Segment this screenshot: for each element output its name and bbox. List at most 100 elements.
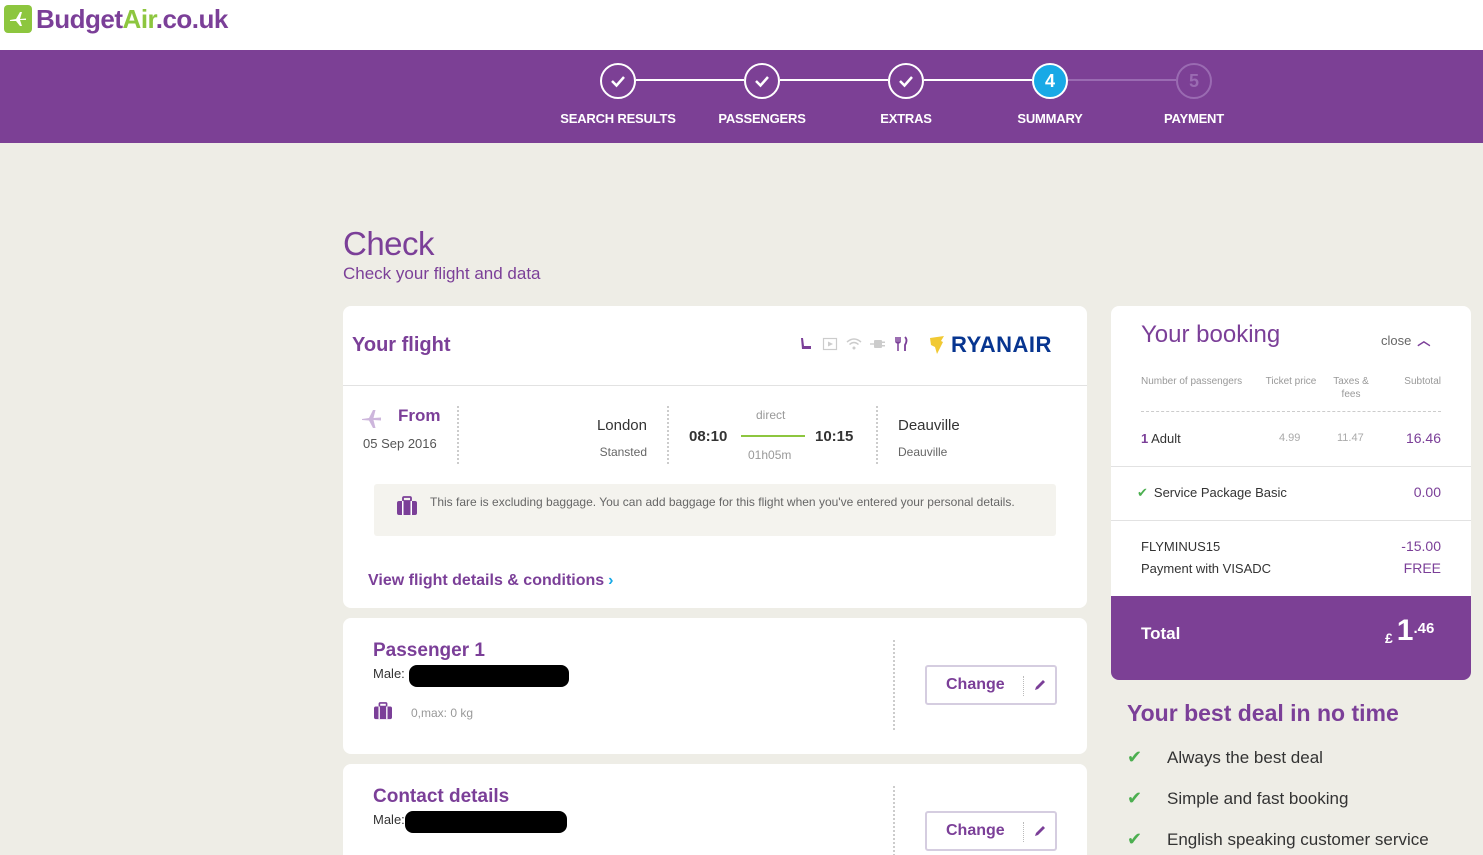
payment-method: Payment with VISADC: [1141, 561, 1272, 576]
change-contact-button[interactable]: Change: [925, 811, 1057, 851]
divider: [1111, 520, 1471, 521]
view-flight-details-label: View flight details & conditions: [368, 572, 605, 589]
origin-airport: Stansted: [599, 445, 647, 459]
origin-city: London: [596, 417, 647, 434]
passenger-title: Passenger 1: [373, 640, 485, 661]
deal-item: ✔ Simple and fast booking: [1127, 788, 1348, 809]
flight-card-title: Your flight: [352, 334, 451, 356]
deal-item-label: Always the best deal: [1167, 747, 1323, 767]
flight-duration: 01h05m: [748, 448, 792, 462]
passenger-gender-label: Male:: [373, 666, 405, 681]
step-connector: [780, 79, 888, 81]
step-passengers-check-icon[interactable]: [744, 63, 780, 99]
entertainment-icon: [822, 336, 838, 352]
passenger-card: Passenger 1 Male: 0,max: 0 kg Change: [343, 618, 1087, 754]
stop-type: direct: [756, 408, 786, 422]
booking-title: Your booking: [1141, 321, 1281, 348]
step-search-results-check-icon[interactable]: [600, 63, 636, 99]
taxes-value: 11.47: [1337, 432, 1364, 444]
change-contact-label: Change: [946, 822, 1005, 839]
airplane-icon: [4, 5, 32, 33]
deal-item: ✔ English speaking customer service: [1127, 829, 1429, 850]
flight-date: 05 Sep 2016: [363, 436, 437, 451]
baggage-notice-text: This fare is excluding baggage. You can …: [430, 495, 1015, 509]
suitcase-icon: [374, 702, 392, 720]
divider: [457, 406, 459, 464]
page-subtitle: Check your flight and data: [343, 264, 541, 283]
logo-text: BudgetAir.co.uk: [36, 3, 228, 34]
check-icon: ✔: [1127, 788, 1143, 808]
flight-card: Your flight RYANAIR From 05 Sep 2016 Lon…: [343, 306, 1087, 608]
service-package-label: Service Package Basic: [1153, 485, 1287, 500]
header-taxes: Taxes & fees: [1333, 376, 1369, 400]
divider: [893, 640, 895, 730]
check-icon: ✔: [1127, 829, 1143, 849]
service-package-value: 0.00: [1413, 484, 1441, 500]
chevron-right-icon: ›: [608, 572, 614, 589]
step-label-summary: SUMMARY: [1017, 111, 1083, 126]
divider: [1023, 822, 1024, 842]
destination-airport: Deauville: [898, 445, 948, 459]
total-bar: Total £ 1 .46: [1111, 596, 1471, 680]
wifi-icon: [846, 336, 862, 352]
plane-departure-icon: [362, 410, 381, 428]
suitcase-icon: [397, 496, 417, 515]
booking-summary: Your booking close ︿ Number of passengers…: [1111, 306, 1471, 680]
total-decimal: .46: [1413, 620, 1435, 637]
budgetair-logo[interactable]: BudgetAir.co.uk: [4, 3, 228, 35]
seat-icon: [798, 336, 814, 352]
step-label-search-results[interactable]: SEARCH RESULTS: [538, 111, 698, 126]
adult-row: 1 Adult: [1141, 431, 1181, 446]
step-label-passengers[interactable]: PASSENGERS: [682, 111, 842, 126]
promo-code: FLYMINUS15: [1141, 539, 1221, 554]
step-extras-check-icon[interactable]: [888, 63, 924, 99]
service-package-row: ✔ Service Package Basic: [1137, 485, 1287, 501]
deal-item-label: English speaking customer service: [1167, 829, 1429, 849]
close-label: close: [1381, 333, 1412, 348]
progress-steps: [0, 50, 1483, 143]
payment-fee: FREE: [1403, 560, 1441, 576]
baggage-notice: This fare is excluding baggage. You can …: [374, 484, 1056, 536]
flight-card-header: Your flight RYANAIR: [343, 306, 1087, 386]
divider: [893, 786, 895, 855]
total-integer: 1: [1396, 614, 1414, 647]
chevron-up-icon: ︿: [1417, 333, 1431, 348]
adult-subtotal: 16.46: [1405, 430, 1441, 446]
step-label-extras[interactable]: EXTRAS: [826, 111, 986, 126]
divider: [1023, 676, 1024, 696]
divider: [876, 406, 878, 464]
airline-logo: RYANAIR: [929, 332, 1052, 358]
meal-icon: [894, 336, 910, 352]
contact-card: Contact details Male: Change: [343, 764, 1087, 855]
view-flight-details-link[interactable]: View flight details & conditions ›: [368, 572, 614, 590]
route-line: [741, 435, 805, 437]
page-title: Check: [343, 225, 435, 262]
step-connector: [636, 79, 744, 81]
amenities: [798, 336, 910, 352]
pencil-icon: [1035, 680, 1045, 690]
step-payment-number: 5: [1176, 63, 1212, 99]
redacted-name: [409, 665, 569, 687]
promo-value: -15.00: [1401, 538, 1441, 554]
change-passenger-button[interactable]: Change: [925, 665, 1057, 705]
power-plug-icon: [870, 336, 886, 352]
departure-time: 08:10: [689, 428, 728, 445]
step-summary-number: 4: [1032, 63, 1068, 99]
contact-gender-label: Male:: [373, 812, 405, 827]
from-label: From: [398, 406, 441, 425]
top-bar: BudgetAir.co.uk: [0, 0, 1483, 50]
adult-count: 1: [1141, 431, 1149, 446]
check-icon: ✔: [1137, 485, 1148, 500]
change-passenger-label: Change: [946, 676, 1005, 693]
best-deal-title: Your best deal in no time: [1127, 700, 1399, 726]
close-booking-toggle[interactable]: close ︿: [1381, 330, 1430, 349]
passenger-baggage: 0,max: 0 kg: [411, 706, 474, 720]
harp-icon: [930, 336, 944, 354]
step-connector: [924, 79, 1032, 81]
currency-symbol: £: [1385, 630, 1393, 646]
adult-label: Adult: [1151, 431, 1181, 446]
header-ticket-price: Ticket price: [1265, 376, 1317, 387]
deal-item: ✔ Always the best deal: [1127, 747, 1323, 768]
ticket-price: 4.99: [1279, 432, 1301, 444]
check-icon: ✔: [1127, 747, 1143, 767]
